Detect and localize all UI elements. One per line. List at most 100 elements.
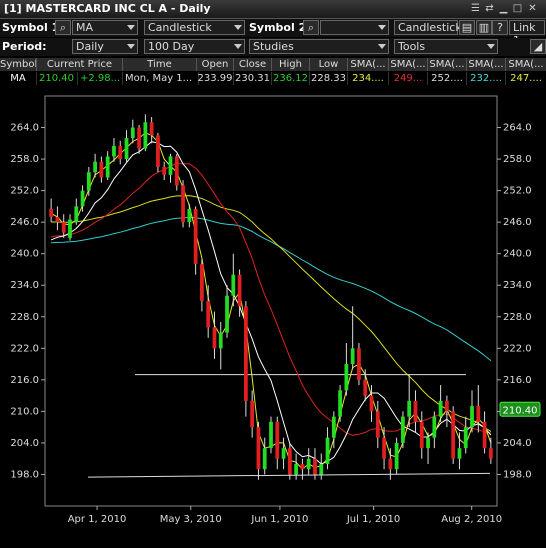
chart-type2-select[interactable]: Candlestick	[394, 20, 462, 35]
minimize-icon[interactable]: ▁	[498, 3, 509, 14]
cell-symbol: MA	[0, 72, 37, 85]
candle-body	[445, 400, 449, 412]
maximize-icon[interactable]: □	[512, 3, 523, 14]
cell-sma2: 249...	[389, 72, 428, 85]
candle-body	[394, 442, 399, 470]
cell-sma5: 247....	[506, 72, 546, 85]
candle-body	[287, 448, 292, 475]
candle-body	[137, 127, 141, 149]
sma-red-line	[51, 163, 491, 436]
y-tick-label-right: 228.0	[503, 312, 532, 323]
candle-body	[262, 448, 267, 470]
candle-body	[401, 416, 405, 443]
symbol1-search-icon[interactable]: ⌕	[55, 20, 71, 35]
y-tick-label-left: 258.0	[10, 154, 39, 165]
tools-select[interactable]: Tools	[394, 39, 498, 54]
cell-time: Mon, May 1...	[123, 72, 199, 85]
symbol2-input[interactable]	[320, 20, 389, 35]
candle-body	[80, 190, 85, 207]
header-low[interactable]: Low	[310, 58, 348, 71]
y-tick-label-left: 234.0	[10, 280, 39, 291]
candle-body	[407, 400, 412, 417]
dropdown-toggle-icon[interactable]: ◢	[530, 39, 546, 54]
header-symbol[interactable]: Symbol	[0, 58, 37, 71]
y-tick-label-right: 246.0	[503, 217, 532, 228]
candle-body	[357, 348, 361, 380]
candle-body	[275, 421, 280, 459]
y-tick-label-left: 222.0	[10, 343, 39, 354]
candle-body	[344, 364, 349, 391]
y-tick-label-right: 216.0	[503, 375, 532, 386]
candle-body	[476, 406, 481, 422]
candle-body	[338, 390, 342, 417]
y-tick-label-right: 258.0	[503, 154, 532, 165]
header-open[interactable]: Open	[197, 58, 234, 71]
range-select[interactable]: 100 Day	[144, 39, 245, 54]
y-tick-label-left: 204.0	[10, 438, 39, 449]
link-icon[interactable]: ⇄	[484, 3, 495, 14]
candle-body	[181, 185, 185, 223]
candle-body	[419, 421, 424, 449]
candle-body	[231, 274, 236, 296]
close-icon[interactable]: ✕	[527, 3, 538, 14]
symbol1-input[interactable]: MA	[72, 20, 138, 35]
period-select[interactable]: Daily	[72, 39, 138, 54]
header-current-price[interactable]: Current Price	[37, 58, 123, 71]
help-button[interactable]: ?	[492, 20, 508, 35]
cell-open: 233.99	[197, 72, 234, 85]
header-close[interactable]: Close	[234, 58, 272, 71]
candle-body	[306, 458, 311, 470]
y-tick-label-right: 252.0	[503, 186, 532, 197]
y-tick-label-right: 234.0	[503, 280, 532, 291]
cell-sma4: 232....	[467, 72, 506, 85]
candle-body	[319, 463, 324, 475]
price-chart[interactable]: 264.0 264.0 258.0 258.0 252.0 252.0 246.0 246.0…	[0, 88, 546, 545]
window-title: [1] MASTERCARD INC CL A - Daily	[4, 2, 211, 15]
symbol2-label: Symbol 2:	[249, 21, 311, 34]
y-tick-label-right: 240.0	[503, 249, 532, 260]
header-time[interactable]: Time	[123, 58, 197, 71]
header-sma5[interactable]: SMA(...	[506, 58, 546, 71]
y-tick-label-left: 246.0	[10, 217, 39, 228]
studies-select[interactable]: Studies	[249, 39, 389, 54]
candle-body	[470, 406, 474, 428]
link-button[interactable]: Link 1	[509, 20, 545, 47]
y-tick-label-left: 228.0	[10, 312, 39, 323]
candle-body	[99, 161, 104, 178]
symbol2-search-icon[interactable]: ⌕	[303, 20, 319, 35]
candle-body	[382, 437, 386, 459]
chart-type-select[interactable]: Candlestick	[144, 20, 245, 35]
menu-icon[interactable]: ☰	[470, 3, 481, 14]
cell-close: 230.31	[235, 72, 272, 85]
chart-canvas[interactable]: 264.0 264.0 258.0 258.0 252.0 252.0 246.0 246.0…	[0, 88, 546, 545]
header-sma4[interactable]: SMA(...	[467, 58, 506, 71]
candle-body	[243, 306, 248, 401]
candle-body	[413, 400, 418, 422]
header-sma3[interactable]: SMA(...	[428, 58, 467, 71]
candle-body	[225, 295, 229, 333]
candle-body	[369, 395, 374, 412]
cell-price: 210.40	[37, 72, 78, 85]
header-sma1[interactable]: SMA(...	[348, 58, 389, 71]
x-tick-label: Jul 1, 2010	[346, 514, 400, 525]
candle-body	[463, 427, 468, 449]
chart-options-icon[interactable]: ▤	[459, 20, 475, 35]
candle-body	[218, 332, 223, 349]
header-high[interactable]: High	[272, 58, 310, 71]
y-tick-label-right: 264.0	[503, 123, 532, 134]
sma-white-line	[50, 141, 492, 465]
candle-body	[49, 209, 54, 217]
x-tick-label: Aug 2, 2010	[441, 514, 502, 525]
candle-body	[363, 379, 368, 396]
y-tick-label-left: 264.0	[10, 123, 39, 134]
y-tick-label-left: 216.0	[10, 375, 39, 386]
candle-body	[55, 216, 60, 223]
candle-body	[451, 411, 456, 459]
bars-icon[interactable]: ▥	[476, 20, 492, 35]
candle-body	[388, 458, 393, 470]
window-titlebar: [1] MASTERCARD INC CL A - Daily ☰ ⇄ ▁ □ …	[0, 0, 546, 19]
x-tick-label: Jun 1, 2010	[250, 514, 308, 525]
candle-body	[281, 448, 286, 459]
x-tick-label: Apr 1, 2010	[68, 514, 127, 525]
header-sma2[interactable]: SMA(...	[389, 58, 428, 71]
